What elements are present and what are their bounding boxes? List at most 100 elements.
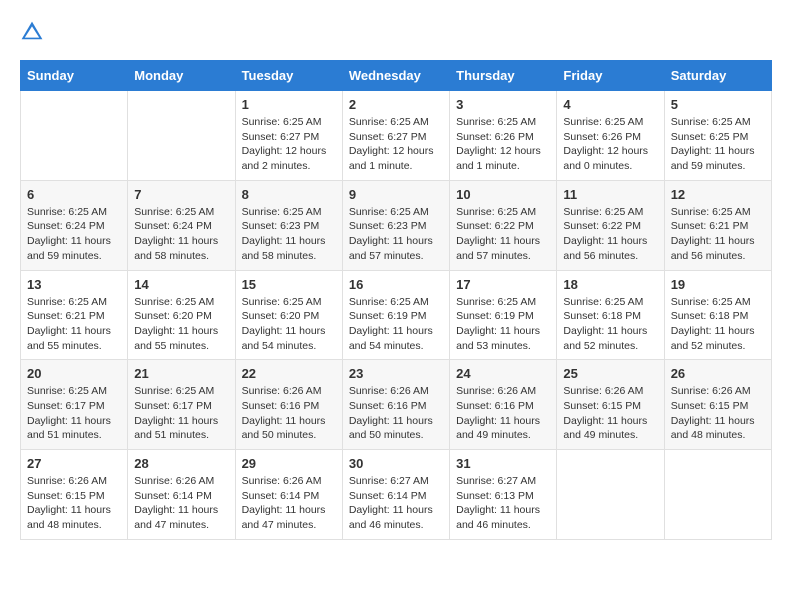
day-info: Sunrise: 6:25 AM Sunset: 6:18 PM Dayligh…: [563, 295, 657, 354]
day-number: 2: [349, 97, 443, 112]
calendar-cell: 1Sunrise: 6:25 AM Sunset: 6:27 PM Daylig…: [235, 91, 342, 181]
day-info: Sunrise: 6:27 AM Sunset: 6:13 PM Dayligh…: [456, 474, 550, 533]
day-number: 28: [134, 456, 228, 471]
day-number: 16: [349, 277, 443, 292]
day-info: Sunrise: 6:25 AM Sunset: 6:20 PM Dayligh…: [242, 295, 336, 354]
header-cell-sunday: Sunday: [21, 61, 128, 91]
calendar-cell: [557, 450, 664, 540]
calendar-cell: 17 Sunrise: 6:25 AM Sunset: 6:19 PM Dayli…: [450, 270, 557, 360]
day-number: 15: [242, 277, 336, 292]
calendar-table: SundayMondayTuesdayWednesdayThursdayFrid…: [20, 60, 772, 540]
day-number: 5: [671, 97, 765, 112]
day-info: Sunrise: 6:25 AM Sunset: 6:17 PM Dayligh…: [27, 384, 121, 443]
day-number: 24: [456, 366, 550, 381]
day-info: Sunrise: 6:25 AM Sunset: 6:27 PM Dayligh…: [242, 115, 336, 174]
day-info: Sunrise: 6:25 AM Sunset: 6:19 PM Dayligh…: [349, 295, 443, 354]
calendar-cell: 29 Sunrise: 6:26 AM Sunset: 6:14 PM Dayli…: [235, 450, 342, 540]
day-info: Sunrise: 6:25 AM Sunset: 6:26 PM Dayligh…: [563, 115, 657, 174]
day-number: 10: [456, 187, 550, 202]
day-number: 13: [27, 277, 121, 292]
calendar-cell: 5 Sunrise: 6:25 AM Sunset: 6:25 PM Daylig…: [664, 91, 771, 181]
calendar-cell: 10 Sunrise: 6:25 AM Sunset: 6:22 PM Dayli…: [450, 180, 557, 270]
calendar-cell: 25 Sunrise: 6:26 AM Sunset: 6:15 PM Dayli…: [557, 360, 664, 450]
calendar-cell: 9Sunrise: 6:25 AM Sunset: 6:23 PM Daylig…: [342, 180, 449, 270]
calendar-cell: [128, 91, 235, 181]
day-number: 25: [563, 366, 657, 381]
day-info: Sunrise: 6:25 AM Sunset: 6:18 PM Dayligh…: [671, 295, 765, 354]
day-info: Sunrise: 6:26 AM Sunset: 6:16 PM Dayligh…: [242, 384, 336, 443]
calendar-cell: 13 Sunrise: 6:25 AM Sunset: 6:21 PM Dayli…: [21, 270, 128, 360]
day-info: Sunrise: 6:25 AM Sunset: 6:24 PM Dayligh…: [134, 205, 228, 264]
calendar-cell: 14Sunrise: 6:25 AM Sunset: 6:20 PM Dayli…: [128, 270, 235, 360]
day-info: Sunrise: 6:26 AM Sunset: 6:15 PM Dayligh…: [563, 384, 657, 443]
header-cell-wednesday: Wednesday: [342, 61, 449, 91]
calendar-cell: 21 Sunrise: 6:25 AM Sunset: 6:17 PM Dayli…: [128, 360, 235, 450]
calendar-cell: 18 Sunrise: 6:25 AM Sunset: 6:18 PM Dayli…: [557, 270, 664, 360]
calendar-cell: 30 Sunrise: 6:27 AM Sunset: 6:14 PM Dayli…: [342, 450, 449, 540]
logo: [20, 20, 48, 44]
week-row-4: 20 Sunrise: 6:25 AM Sunset: 6:17 PM Dayli…: [21, 360, 772, 450]
calendar-cell: 23 Sunrise: 6:26 AM Sunset: 6:16 PM Dayli…: [342, 360, 449, 450]
day-info: Sunrise: 6:25 AM Sunset: 6:17 PM Dayligh…: [134, 384, 228, 443]
week-row-1: 1Sunrise: 6:25 AM Sunset: 6:27 PM Daylig…: [21, 91, 772, 181]
day-info: Sunrise: 6:25 AM Sunset: 6:25 PM Dayligh…: [671, 115, 765, 174]
day-number: 7: [134, 187, 228, 202]
day-info: Sunrise: 6:25 AM Sunset: 6:21 PM Dayligh…: [671, 205, 765, 264]
day-number: 20: [27, 366, 121, 381]
header-cell-thursday: Thursday: [450, 61, 557, 91]
day-number: 27: [27, 456, 121, 471]
day-info: Sunrise: 6:25 AM Sunset: 6:19 PM Dayligh…: [456, 295, 550, 354]
week-row-3: 13 Sunrise: 6:25 AM Sunset: 6:21 PM Dayli…: [21, 270, 772, 360]
calendar-cell: 20 Sunrise: 6:25 AM Sunset: 6:17 PM Dayli…: [21, 360, 128, 450]
day-info: Sunrise: 6:26 AM Sunset: 6:16 PM Dayligh…: [349, 384, 443, 443]
header-row: SundayMondayTuesdayWednesdayThursdayFrid…: [21, 61, 772, 91]
day-info: Sunrise: 6:26 AM Sunset: 6:15 PM Dayligh…: [27, 474, 121, 533]
calendar-cell: 22 Sunrise: 6:26 AM Sunset: 6:16 PM Dayli…: [235, 360, 342, 450]
day-info: Sunrise: 6:26 AM Sunset: 6:14 PM Dayligh…: [242, 474, 336, 533]
calendar-cell: 6 Sunrise: 6:25 AM Sunset: 6:24 PM Daylig…: [21, 180, 128, 270]
calendar-cell: 2 Sunrise: 6:25 AM Sunset: 6:27 PM Daylig…: [342, 91, 449, 181]
day-info: Sunrise: 6:27 AM Sunset: 6:14 PM Dayligh…: [349, 474, 443, 533]
calendar-cell: [664, 450, 771, 540]
day-number: 21: [134, 366, 228, 381]
day-info: Sunrise: 6:26 AM Sunset: 6:14 PM Dayligh…: [134, 474, 228, 533]
day-number: 19: [671, 277, 765, 292]
day-number: 23: [349, 366, 443, 381]
calendar-cell: 12 Sunrise: 6:25 AM Sunset: 6:21 PM Dayli…: [664, 180, 771, 270]
day-number: 9: [349, 187, 443, 202]
calendar-cell: 4Sunrise: 6:25 AM Sunset: 6:26 PM Daylig…: [557, 91, 664, 181]
day-info: Sunrise: 6:25 AM Sunset: 6:27 PM Dayligh…: [349, 115, 443, 174]
day-number: 3: [456, 97, 550, 112]
header-cell-saturday: Saturday: [664, 61, 771, 91]
calendar-cell: 15 Sunrise: 6:25 AM Sunset: 6:20 PM Dayli…: [235, 270, 342, 360]
day-number: 11: [563, 187, 657, 202]
day-info: Sunrise: 6:26 AM Sunset: 6:15 PM Dayligh…: [671, 384, 765, 443]
day-number: 31: [456, 456, 550, 471]
calendar-cell: 24Sunrise: 6:26 AM Sunset: 6:16 PM Dayli…: [450, 360, 557, 450]
day-number: 22: [242, 366, 336, 381]
calendar-cell: 27 Sunrise: 6:26 AM Sunset: 6:15 PM Dayli…: [21, 450, 128, 540]
day-number: 8: [242, 187, 336, 202]
day-number: 30: [349, 456, 443, 471]
day-info: Sunrise: 6:25 AM Sunset: 6:23 PM Dayligh…: [242, 205, 336, 264]
week-row-2: 6 Sunrise: 6:25 AM Sunset: 6:24 PM Daylig…: [21, 180, 772, 270]
logo-icon: [20, 20, 44, 44]
day-info: Sunrise: 6:25 AM Sunset: 6:24 PM Dayligh…: [27, 205, 121, 264]
week-row-5: 27 Sunrise: 6:26 AM Sunset: 6:15 PM Dayli…: [21, 450, 772, 540]
calendar-cell: 28 Sunrise: 6:26 AM Sunset: 6:14 PM Dayli…: [128, 450, 235, 540]
day-number: 29: [242, 456, 336, 471]
calendar-cell: 26Sunrise: 6:26 AM Sunset: 6:15 PM Dayli…: [664, 360, 771, 450]
day-number: 18: [563, 277, 657, 292]
day-number: 17: [456, 277, 550, 292]
day-info: Sunrise: 6:25 AM Sunset: 6:21 PM Dayligh…: [27, 295, 121, 354]
calendar-cell: 11 Sunrise: 6:25 AM Sunset: 6:22 PM Dayli…: [557, 180, 664, 270]
day-info: Sunrise: 6:25 AM Sunset: 6:22 PM Dayligh…: [563, 205, 657, 264]
day-info: Sunrise: 6:25 AM Sunset: 6:26 PM Dayligh…: [456, 115, 550, 174]
day-info: Sunrise: 6:25 AM Sunset: 6:20 PM Dayligh…: [134, 295, 228, 354]
day-info: Sunrise: 6:25 AM Sunset: 6:22 PM Dayligh…: [456, 205, 550, 264]
calendar-cell: 8 Sunrise: 6:25 AM Sunset: 6:23 PM Daylig…: [235, 180, 342, 270]
calendar-cell: 7 Sunrise: 6:25 AM Sunset: 6:24 PM Daylig…: [128, 180, 235, 270]
day-number: 12: [671, 187, 765, 202]
day-number: 6: [27, 187, 121, 202]
header-cell-tuesday: Tuesday: [235, 61, 342, 91]
